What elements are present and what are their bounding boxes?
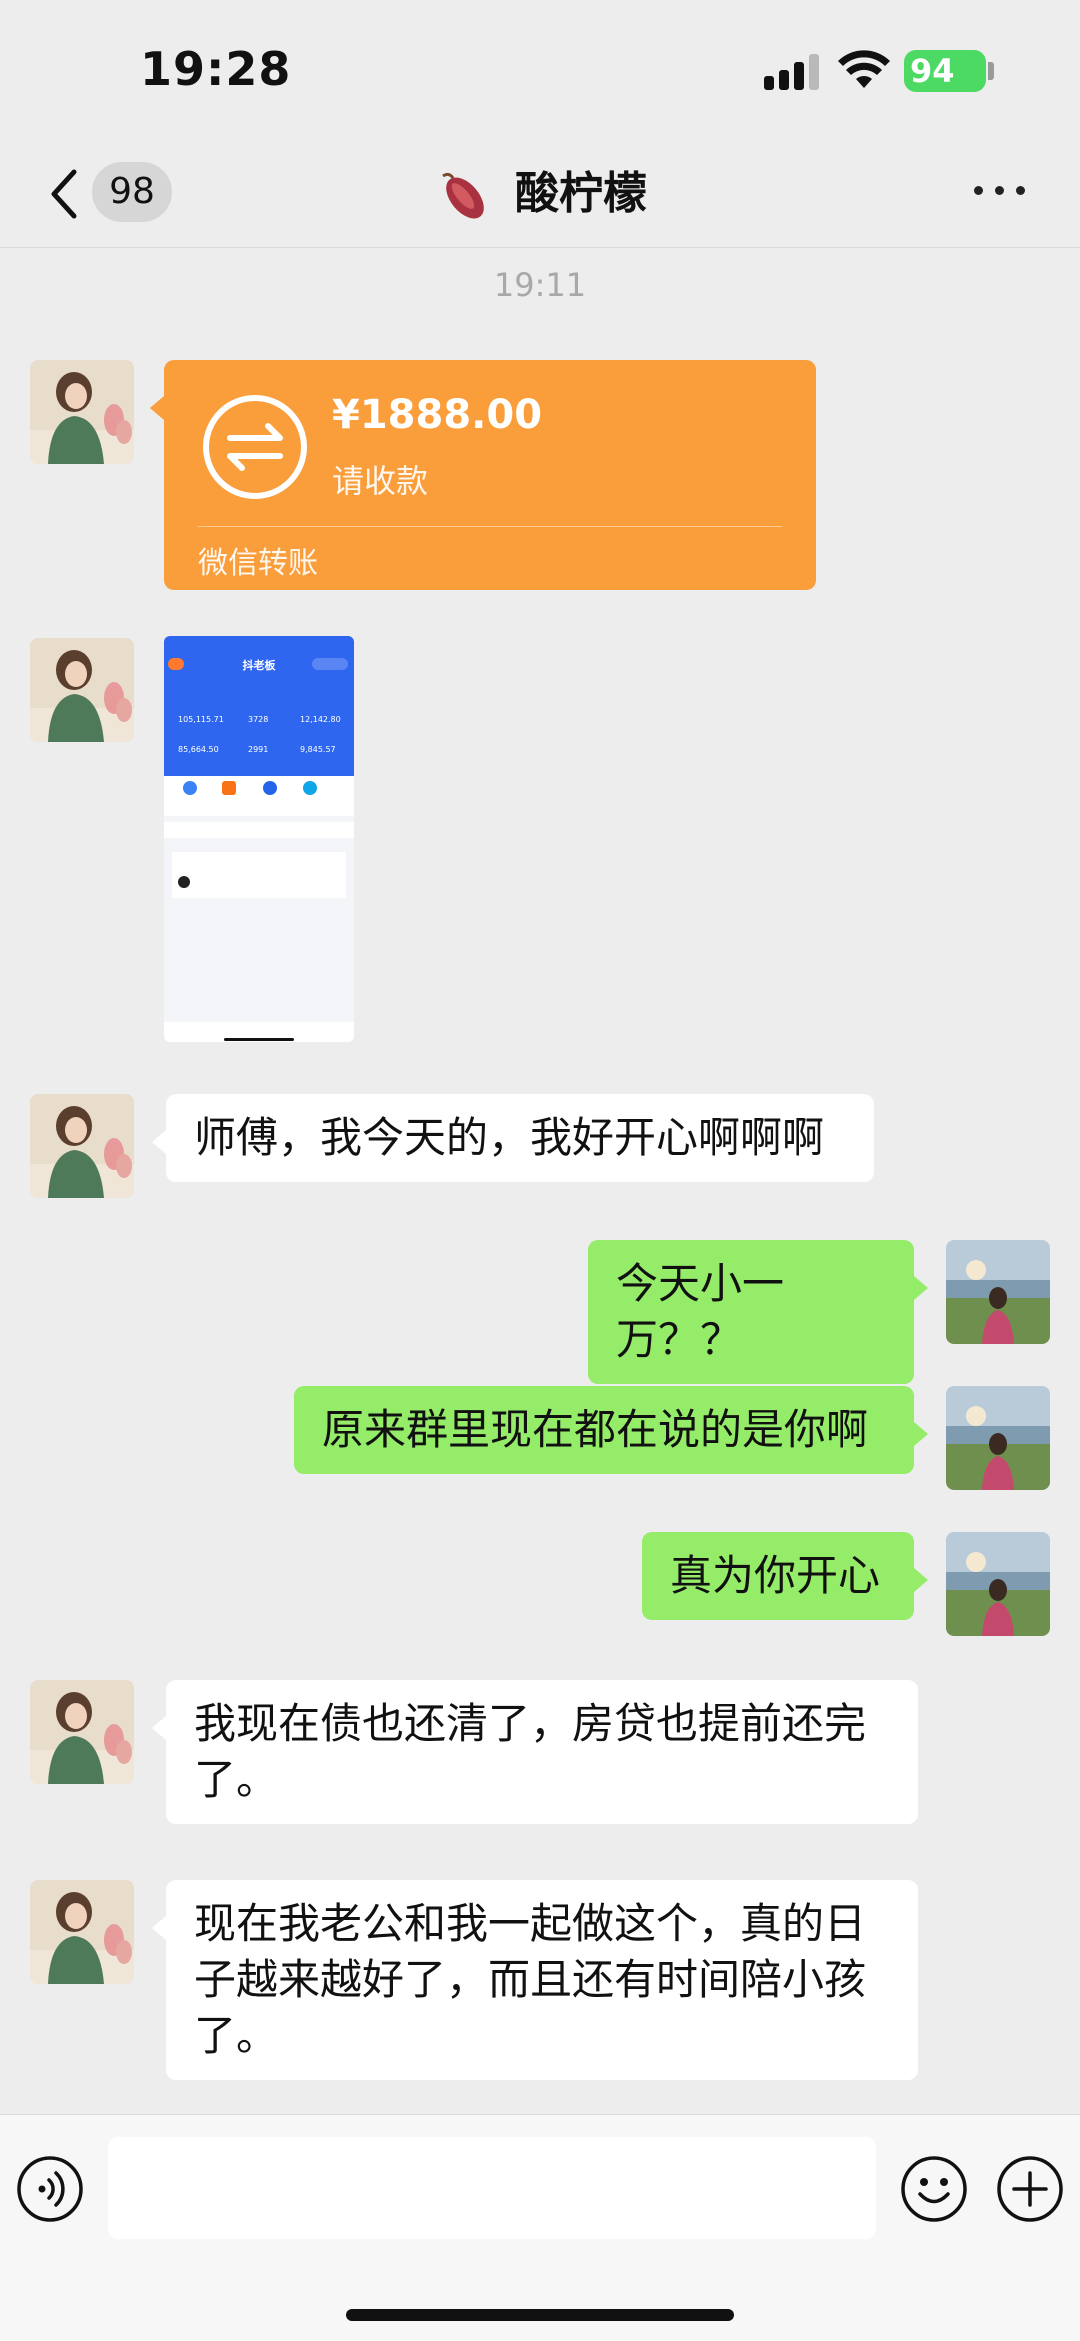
message-bubble-incoming[interactable]: 师傅，我今天的，我好开心啊啊啊 bbox=[152, 1094, 874, 1182]
thumb-stat: 9,845.57 bbox=[300, 745, 336, 754]
message-bubble-outgoing[interactable]: 真为你开心 bbox=[642, 1532, 928, 1620]
transfer-amount: ¥1888.00 bbox=[332, 392, 543, 438]
my-avatar[interactable] bbox=[946, 1386, 1050, 1490]
home-indicator[interactable] bbox=[346, 2309, 734, 2321]
message-bubble-incoming[interactable]: 我现在债也还清了，房贷也提前还完了。 bbox=[152, 1680, 918, 1824]
battery-icon: 94 bbox=[904, 50, 986, 92]
screenshot-image-message[interactable]: 抖老板 105,115.71 3728 12,142.80 85,664.50 … bbox=[164, 636, 354, 1042]
voice-icon[interactable] bbox=[16, 2155, 84, 2223]
transfer-status: 请收款 bbox=[332, 462, 429, 500]
status-time: 19:28 bbox=[140, 42, 292, 96]
thumb-stat: 12,142.80 bbox=[300, 715, 341, 724]
battery-cap bbox=[988, 62, 994, 80]
chat-title: 酸柠檬 bbox=[515, 168, 647, 219]
transfer-arrows-icon bbox=[203, 395, 307, 499]
sweet-potato-icon bbox=[442, 172, 484, 219]
wifi-icon bbox=[838, 50, 890, 88]
contact-avatar[interactable] bbox=[30, 360, 134, 464]
message-bubble-outgoing[interactable]: 原来群里现在都在说的是你啊 bbox=[294, 1386, 928, 1474]
emoji-icon[interactable] bbox=[900, 2155, 968, 2223]
message-timestamp: 19:11 bbox=[493, 266, 587, 304]
contact-avatar[interactable] bbox=[30, 1094, 134, 1198]
thumb-stat: 105,115.71 bbox=[178, 715, 224, 724]
thumb-app-title: 抖老板 bbox=[243, 658, 277, 672]
my-avatar[interactable] bbox=[946, 1532, 1050, 1636]
status-bar: 19:28 94 bbox=[0, 0, 1080, 140]
thumb-stat: 3728 bbox=[248, 715, 268, 724]
chat-input-bar bbox=[0, 2114, 1080, 2341]
thumb-stat: 85,664.50 bbox=[178, 745, 219, 754]
contact-avatar[interactable] bbox=[30, 1880, 134, 1984]
battery-level: 94 bbox=[910, 52, 955, 90]
contact-avatar[interactable] bbox=[30, 1680, 134, 1784]
transfer-divider bbox=[198, 526, 782, 527]
my-avatar[interactable] bbox=[946, 1240, 1050, 1344]
thumb-stat: 2991 bbox=[248, 745, 268, 754]
chat-header: 酸柠檬 98 bbox=[0, 140, 1080, 248]
message-bubble-incoming[interactable]: 现在我老公和我一起做这个，真的日子越来越好了，而且还有时间陪小孩了。 bbox=[152, 1880, 918, 2080]
wechat-transfer-card[interactable]: ¥1888.00 请收款 微信转账 bbox=[150, 360, 816, 590]
transfer-footer-label: 微信转账 bbox=[198, 546, 318, 581]
message-bubble-outgoing[interactable]: 今天小一万？？ bbox=[588, 1240, 928, 1384]
unread-count-badge[interactable]: 98 bbox=[92, 162, 172, 222]
contact-avatar[interactable] bbox=[30, 638, 134, 742]
message-input[interactable] bbox=[108, 2137, 876, 2239]
cellular-signal-icon bbox=[764, 54, 819, 90]
plus-icon[interactable] bbox=[996, 2155, 1064, 2223]
more-dots-icon[interactable] bbox=[974, 182, 1026, 198]
chevron-left-icon[interactable] bbox=[44, 164, 84, 224]
